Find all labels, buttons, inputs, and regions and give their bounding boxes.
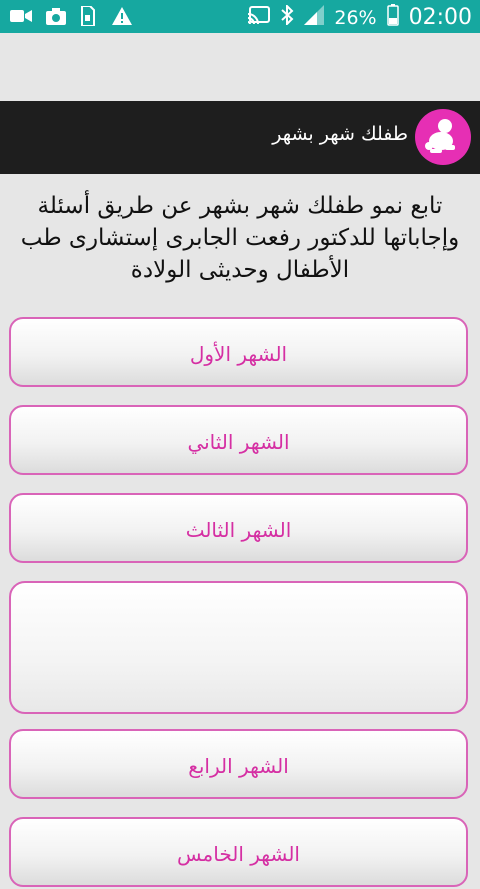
sim-card-icon bbox=[80, 5, 98, 32]
video-icon bbox=[10, 8, 32, 30]
ad-banner-area[interactable] bbox=[9, 581, 468, 714]
signal-icon bbox=[304, 5, 325, 31]
battery-percent: 26% bbox=[334, 7, 377, 29]
app-bar: طفلك شهر بشهر bbox=[0, 101, 480, 174]
camera-icon bbox=[46, 7, 66, 31]
battery-icon bbox=[386, 4, 399, 32]
bluetooth-icon bbox=[280, 3, 294, 31]
month-2-button[interactable]: الشهر الثاني bbox=[9, 405, 468, 475]
warning-icon bbox=[112, 7, 132, 31]
month-5-button[interactable]: الشهر الخامس bbox=[9, 817, 468, 887]
month-1-button[interactable]: الشهر الأول bbox=[9, 317, 468, 387]
cast-icon bbox=[248, 6, 271, 30]
month-4-button[interactable]: الشهر الرابع bbox=[9, 729, 468, 799]
system-icons: 26% 02:00 bbox=[248, 3, 472, 32]
app-title: طفلك شهر بشهر bbox=[272, 123, 408, 145]
intro-text: تابع نمو طفلك شهر بشهر عن طريق أسئلة وإج… bbox=[20, 193, 460, 283]
notification-icons bbox=[10, 5, 132, 32]
status-bar: 26% 02:00 bbox=[0, 0, 480, 33]
clock: 02:00 bbox=[408, 5, 472, 30]
baby-icon bbox=[425, 119, 455, 153]
app-logo bbox=[415, 109, 471, 165]
month-3-button[interactable]: الشهر الثالث bbox=[9, 493, 468, 563]
